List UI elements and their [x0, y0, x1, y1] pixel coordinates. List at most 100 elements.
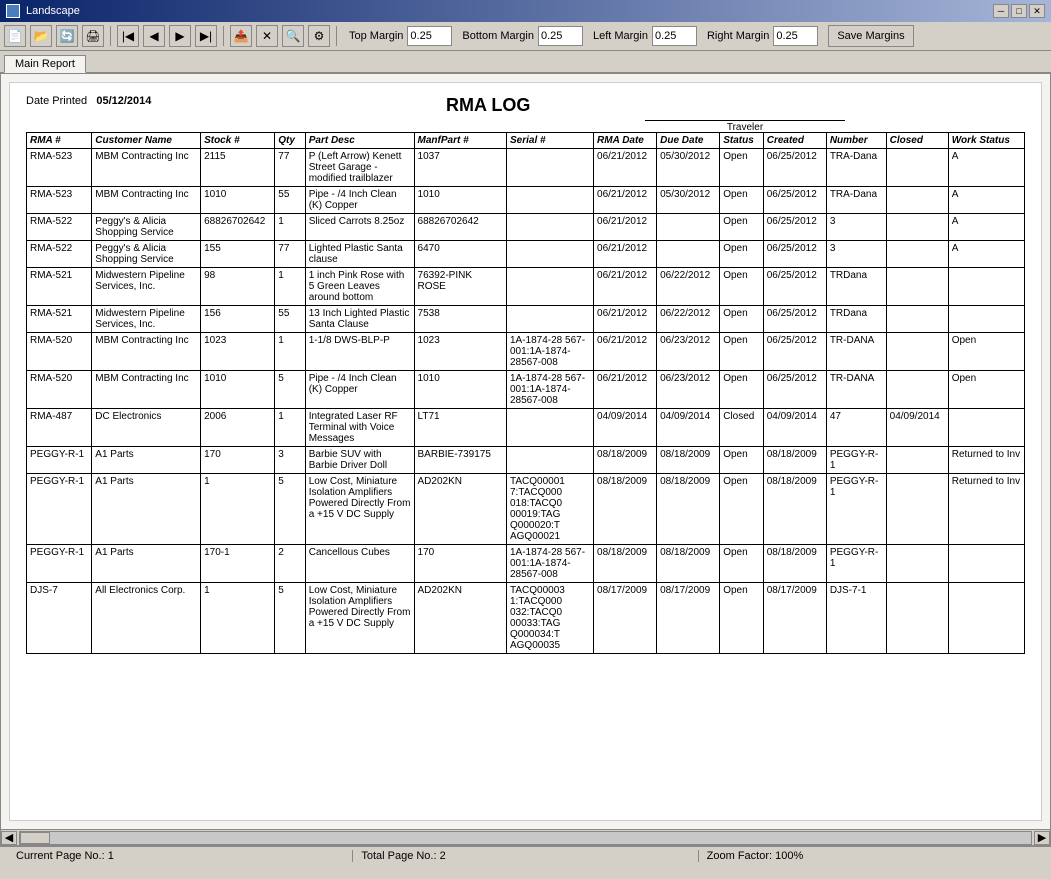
cell-serial — [506, 149, 593, 187]
col-header-closed: Closed — [886, 133, 948, 149]
cell-customer: Peggy's & Alicia Shopping Service — [92, 241, 201, 268]
cell-rma_date: 04/09/2014 — [594, 409, 657, 447]
cell-qty: 55 — [275, 306, 305, 333]
horizontal-scrollbar[interactable]: ◀ ▶ — [1, 829, 1050, 845]
tab-main-report[interactable]: Main Report — [4, 55, 86, 73]
cell-closed: 04/09/2014 — [886, 409, 948, 447]
scroll-right-button[interactable]: ▶ — [1034, 831, 1050, 845]
cell-closed — [886, 447, 948, 474]
scroll-left-button[interactable]: ◀ — [1, 831, 17, 845]
cell-closed — [886, 583, 948, 654]
cell-rma: PEGGY-R-1 — [27, 474, 92, 545]
top-margin-input[interactable] — [407, 26, 452, 46]
cell-serial: 1A-1874-28 567-001:1A-1874-28567-008 — [506, 545, 593, 583]
search-button[interactable]: 🔍 — [282, 25, 304, 47]
traveler-label: Traveler — [645, 120, 845, 133]
right-margin-label: Right Margin — [707, 30, 769, 42]
cell-part: Cancellous Cubes — [305, 545, 414, 583]
separator-1 — [110, 26, 111, 46]
cell-rma_date: 06/21/2012 — [594, 371, 657, 409]
print-button[interactable]: 🖨 — [82, 25, 104, 47]
cell-work: A — [948, 241, 1024, 268]
cell-created: 04/09/2014 — [763, 409, 826, 447]
cell-part: Pipe - /4 Inch Clean (K) Copper — [305, 187, 414, 214]
cell-customer: MBM Contracting Inc — [92, 187, 201, 214]
cell-rma_date: 08/18/2009 — [594, 447, 657, 474]
cell-rma: RMA-520 — [27, 371, 92, 409]
close-report-button[interactable]: ✕ — [256, 25, 278, 47]
cell-stock: 1010 — [201, 371, 275, 409]
cell-customer: MBM Contracting Inc — [92, 149, 201, 187]
date-printed-label: Date Printed — [26, 95, 87, 107]
settings-button[interactable]: ⚙ — [308, 25, 330, 47]
cell-rma_date: 06/21/2012 — [594, 333, 657, 371]
cell-part: Sliced Carrots 8.25oz — [305, 214, 414, 241]
cell-created: 06/25/2012 — [763, 214, 826, 241]
new-button[interactable]: 📄 — [4, 25, 26, 47]
cell-rma_date: 06/21/2012 — [594, 306, 657, 333]
cell-manf: 170 — [414, 545, 506, 583]
export-button[interactable]: 📤 — [230, 25, 252, 47]
cell-manf: 6470 — [414, 241, 506, 268]
cell-serial: 1A-1874-28 567-001:1A-1874-28567-008 — [506, 333, 593, 371]
zoom-label: Zoom Factor: — [707, 850, 772, 862]
cell-qty: 2 — [275, 545, 305, 583]
cell-due_date — [657, 214, 720, 241]
prev-page-button[interactable]: ◀ — [143, 25, 165, 47]
cell-stock: 155 — [201, 241, 275, 268]
cell-qty: 3 — [275, 447, 305, 474]
title-bar: Landscape ─ □ ✕ — [0, 0, 1051, 22]
cell-part: Lighted Plastic Santa clause — [305, 241, 414, 268]
maximize-button[interactable]: □ — [1011, 4, 1027, 18]
left-margin-input[interactable] — [652, 26, 697, 46]
open-button[interactable]: 📂 — [30, 25, 52, 47]
cell-rma_date: 06/21/2012 — [594, 149, 657, 187]
cell-rma_date: 06/21/2012 — [594, 187, 657, 214]
cell-work: Returned to Inv — [948, 447, 1024, 474]
table-row: DJS-7All Electronics Corp.15Low Cost, Mi… — [27, 583, 1025, 654]
cell-number: PEGGY-R-1 — [826, 474, 886, 545]
cell-status: Closed — [720, 409, 764, 447]
cell-created: 06/25/2012 — [763, 268, 826, 306]
cell-status: Open — [720, 371, 764, 409]
col-header-rma: RMA # — [27, 133, 92, 149]
cell-created: 08/18/2009 — [763, 447, 826, 474]
right-margin-input[interactable] — [773, 26, 818, 46]
separator-3 — [336, 26, 337, 46]
cell-stock: 2115 — [201, 149, 275, 187]
cell-stock: 2006 — [201, 409, 275, 447]
cell-rma_date: 06/21/2012 — [594, 241, 657, 268]
cell-status: Open — [720, 545, 764, 583]
last-page-button[interactable]: ▶| — [195, 25, 217, 47]
next-page-button[interactable]: ▶ — [169, 25, 191, 47]
cell-serial — [506, 306, 593, 333]
close-button[interactable]: ✕ — [1029, 4, 1045, 18]
cell-rma: RMA-521 — [27, 306, 92, 333]
cell-status: Open — [720, 214, 764, 241]
col-header-customer: Customer Name — [92, 133, 201, 149]
scroll-thumb[interactable] — [20, 832, 50, 844]
refresh-button[interactable]: 🔄 — [56, 25, 78, 47]
cell-rma: RMA-522 — [27, 214, 92, 241]
first-page-button[interactable]: |◀ — [117, 25, 139, 47]
cell-closed — [886, 474, 948, 545]
cell-customer: MBM Contracting Inc — [92, 371, 201, 409]
table-row: RMA-520MBM Contracting Inc10105Pipe - /4… — [27, 371, 1025, 409]
cell-manf: BARBIE-739175 — [414, 447, 506, 474]
cell-work: A — [948, 149, 1024, 187]
total-page-section: Total Page No.: 2 — [353, 850, 698, 862]
bottom-margin-label: Bottom Margin — [462, 30, 534, 42]
report-container[interactable]: Date Printed 05/12/2014 RMA LOG Traveler… — [9, 82, 1042, 821]
cell-serial — [506, 214, 593, 241]
cell-part: P (Left Arrow) Kenett Street Garage - mo… — [305, 149, 414, 187]
col-header-stock: Stock # — [201, 133, 275, 149]
save-margins-button[interactable]: Save Margins — [828, 25, 913, 47]
cell-rma: DJS-7 — [27, 583, 92, 654]
minimize-button[interactable]: ─ — [993, 4, 1009, 18]
table-row: RMA-522Peggy's & Alicia Shopping Service… — [27, 214, 1025, 241]
bottom-margin-input[interactable] — [538, 26, 583, 46]
cell-number: PEGGY-R-1 — [826, 447, 886, 474]
cell-created: 08/18/2009 — [763, 474, 826, 545]
cell-manf: 1010 — [414, 371, 506, 409]
cell-customer: Midwestern Pipeline Services, Inc. — [92, 268, 201, 306]
